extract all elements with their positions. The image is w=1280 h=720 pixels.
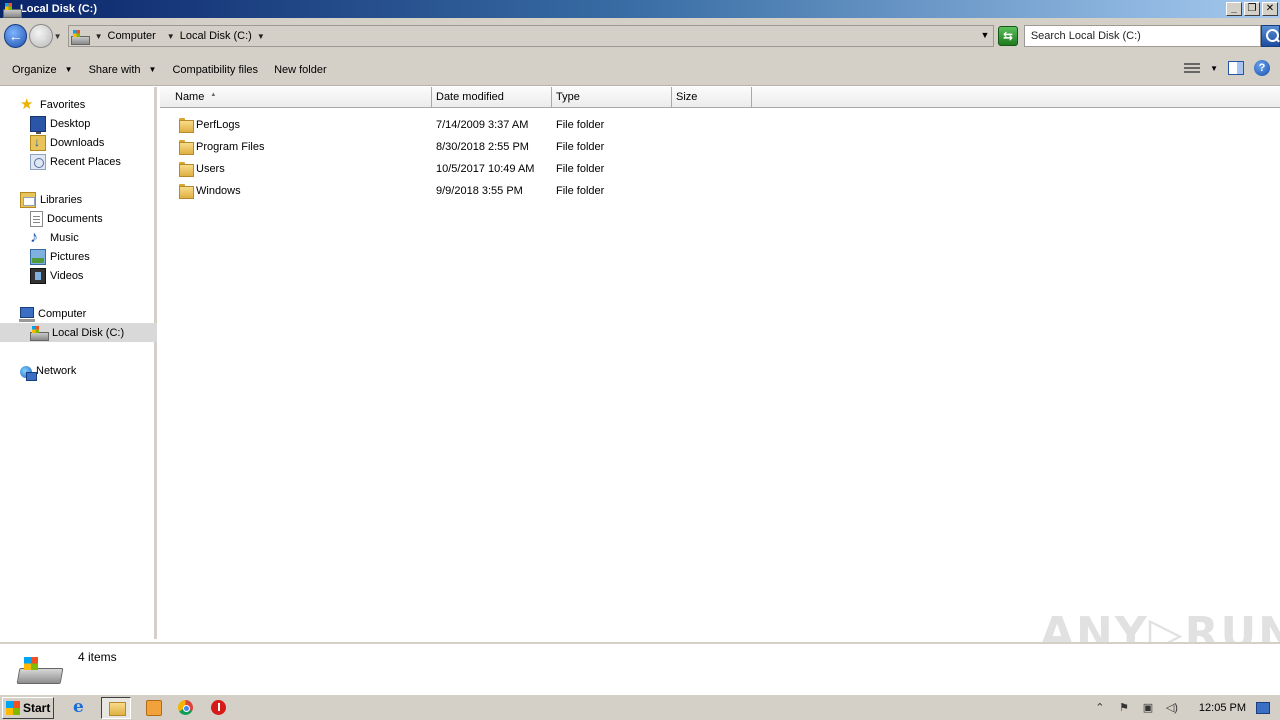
downloads-icon [30, 134, 46, 151]
breadcrumb-computer[interactable]: ▼ Computer [95, 30, 161, 42]
breadcrumb-local-disk[interactable]: ▼ Local Disk (C:) ▼ [167, 30, 270, 42]
clock[interactable]: 12:05 PM [1199, 702, 1246, 714]
drive-icon [3, 2, 22, 18]
file-list: Name ▲ Date modified Type Size PerfLogs 7… [160, 87, 1280, 639]
column-header-date[interactable]: Date modified [432, 87, 552, 108]
chrome-icon[interactable] [175, 697, 197, 719]
details-pane: 4 items [0, 642, 1280, 692]
pictures-icon [30, 248, 46, 265]
search-icon[interactable] [1260, 25, 1280, 47]
preview-pane-icon[interactable] [1228, 61, 1244, 75]
compatibility-files-button[interactable]: Compatibility files [172, 64, 258, 76]
nav-item-computer[interactable]: Computer [19, 304, 86, 323]
chevron-down-icon: ▼ [64, 65, 73, 74]
close-button[interactable]: ✕ [1262, 2, 1278, 16]
system-tray: ⌃ ⚑ ▣ ◁) 12:05 PM [1093, 696, 1280, 719]
chevron-down-icon[interactable]: ▼ [95, 32, 103, 41]
search-input[interactable]: Search Local Disk (C:) [1023, 25, 1261, 47]
documents-icon [30, 210, 43, 227]
command-bar: Organize ▼ Share with ▼ Compatibility file… [0, 54, 1280, 86]
windows-logo-icon [6, 700, 20, 715]
back-button[interactable]: ← [4, 24, 28, 48]
folder-icon [179, 162, 194, 177]
chevron-down-icon[interactable]: ▼ [167, 32, 175, 41]
chevron-down-icon[interactable]: ▼ [257, 32, 265, 41]
view-options-icon[interactable] [1184, 61, 1201, 75]
network-icon [20, 365, 37, 381]
action-center-flag-icon[interactable]: ⚑ [1117, 701, 1131, 715]
table-row[interactable]: Users 10/5/2017 10:49 AM File folder [160, 159, 760, 181]
column-header-type[interactable]: Type [552, 87, 672, 108]
nav-item-libraries[interactable]: Libraries [20, 190, 82, 209]
videos-icon [30, 267, 46, 284]
libraries-icon [20, 191, 36, 208]
nav-item-documents[interactable]: Documents [30, 209, 103, 228]
folder-icon [179, 184, 194, 199]
drive-icon [70, 29, 90, 45]
show-desktop-icon[interactable] [1256, 701, 1270, 714]
internet-explorer-icon[interactable] [68, 697, 90, 719]
nav-item-favorites[interactable]: ★ Favorites [20, 95, 85, 114]
nav-item-pictures[interactable]: Pictures [30, 247, 90, 266]
maximize-button[interactable]: ❐ [1244, 2, 1260, 16]
folder-icon [179, 140, 194, 155]
forward-button[interactable]: → [29, 24, 53, 48]
share-with-button[interactable]: Share with ▼ [89, 64, 157, 76]
start-button[interactable]: Start [2, 696, 54, 719]
nav-item-downloads[interactable]: Downloads [30, 133, 104, 152]
star-icon: ★ [20, 95, 34, 113]
volume-icon[interactable]: ◁) [1165, 701, 1179, 715]
title-bar: Local Disk (C:) _ ❐ ✕ [0, 0, 1280, 18]
sort-ascending-icon: ▲ [210, 92, 217, 98]
refresh-button[interactable]: ⇆ [998, 26, 1018, 46]
item-count: 4 items [78, 650, 117, 664]
address-row: ← → ▼ ▼ Computer ▼ Local Disk (C:) ▼ ▼ ⇆… [0, 18, 1280, 54]
nav-item-desktop[interactable]: Desktop [30, 114, 90, 134]
nav-item-music[interactable]: ♪ Music [30, 228, 79, 247]
minimize-button[interactable]: _ [1226, 2, 1242, 16]
nav-item-network[interactable]: Network [20, 361, 76, 381]
chevron-down-icon: ▼ [148, 65, 157, 74]
taskbar: Start ⌃ ⚑ ▣ ◁) 12:05 PM [0, 694, 1280, 720]
recent-places-icon [30, 153, 46, 170]
table-row[interactable]: Windows 9/9/2018 3:55 PM File folder [160, 181, 760, 203]
chevron-down-icon[interactable]: ▼ [1210, 64, 1218, 73]
nav-item-recent-places[interactable]: Recent Places [30, 152, 121, 171]
table-row[interactable]: PerfLogs 7/14/2009 3:37 AM File folder [160, 115, 760, 137]
column-header-name[interactable]: Name ▲ [160, 87, 432, 108]
show-hidden-icons-icon[interactable]: ⌃ [1093, 701, 1107, 715]
drive-icon [30, 325, 49, 341]
address-bar[interactable]: ▼ Computer ▼ Local Disk (C:) ▼ ▼ [67, 25, 995, 47]
media-player-icon[interactable] [142, 697, 164, 719]
drive-icon [18, 656, 62, 684]
forward-arrow-icon: → [33, 28, 48, 44]
folder-icon [179, 118, 194, 133]
new-folder-button[interactable]: New folder [274, 64, 327, 76]
navigation-pane: ★Favorites Desktop Downloads Recent Plac… [0, 87, 157, 639]
stop-icon[interactable] [208, 697, 230, 719]
back-arrow-icon: ← [8, 28, 23, 44]
column-header-size[interactable]: Size [672, 87, 752, 108]
nav-item-local-disk[interactable]: Local Disk (C:) [0, 323, 157, 342]
window-title: Local Disk (C:) [20, 3, 98, 15]
explorer-taskbar-icon[interactable] [101, 696, 131, 719]
recent-pages-dropdown-icon[interactable]: ▼ [54, 32, 62, 41]
computer-icon [19, 306, 35, 322]
help-icon[interactable]: ? [1254, 60, 1270, 76]
table-row[interactable]: Program Files 8/30/2018 2:55 PM File fol… [160, 137, 760, 159]
desktop-icon [30, 115, 46, 134]
nav-item-videos[interactable]: Videos [30, 266, 83, 285]
music-icon: ♪ [30, 228, 38, 246]
organize-button[interactable]: Organize ▼ [12, 64, 73, 76]
address-history-dropdown-icon[interactable]: ▼ [980, 30, 989, 40]
column-header-filler [752, 87, 1280, 108]
network-tray-icon[interactable]: ▣ [1141, 701, 1155, 715]
